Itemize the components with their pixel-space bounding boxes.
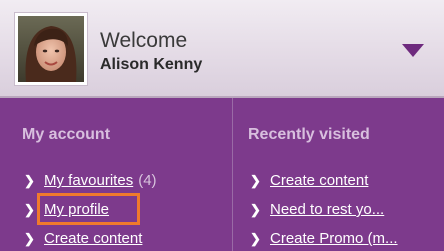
favourites-count: (4) [138, 172, 157, 189]
my-favourites-link[interactable]: My favourites [44, 170, 133, 192]
avatar-photo [18, 16, 84, 82]
bullet-arrow-icon: ❯ [24, 202, 35, 217]
bullet-arrow-icon: ❯ [24, 173, 35, 188]
list-item: ❯ Need to rest yo... [250, 199, 384, 221]
bullet-arrow-icon: ❯ [250, 173, 261, 188]
column-divider [232, 98, 233, 251]
recent-link-create-promo[interactable]: Create Promo (m... [270, 228, 398, 250]
panel-toggle-button[interactable] [392, 34, 432, 66]
chevron-down-icon [402, 44, 424, 57]
welcome-label: Welcome [100, 29, 188, 52]
list-item: ❯ My profile [24, 199, 109, 221]
list-item: ❯ My favourites (4) [24, 170, 157, 192]
user-name: Alison Kenny [100, 56, 203, 73]
recently-visited-title: Recently visited [248, 126, 370, 143]
my-account-title: My account [22, 126, 111, 143]
list-item: ❯ Create Promo (m... [250, 228, 398, 250]
recent-link-create-content[interactable]: Create content [270, 170, 368, 192]
list-item: ❯ Create content [250, 170, 368, 192]
bullet-arrow-icon: ❯ [250, 231, 261, 246]
avatar [14, 12, 88, 86]
bullet-arrow-icon: ❯ [250, 202, 261, 217]
create-content-link[interactable]: Create content [44, 228, 142, 250]
my-profile-link[interactable]: My profile [44, 199, 109, 221]
bullet-arrow-icon: ❯ [24, 231, 35, 246]
recent-link-need-to-rest[interactable]: Need to rest yo... [270, 199, 384, 221]
account-dropdown-panel: Welcome Alison Kenny My account ❯ My fav… [0, 0, 444, 251]
list-item: ❯ Create content [24, 228, 142, 250]
